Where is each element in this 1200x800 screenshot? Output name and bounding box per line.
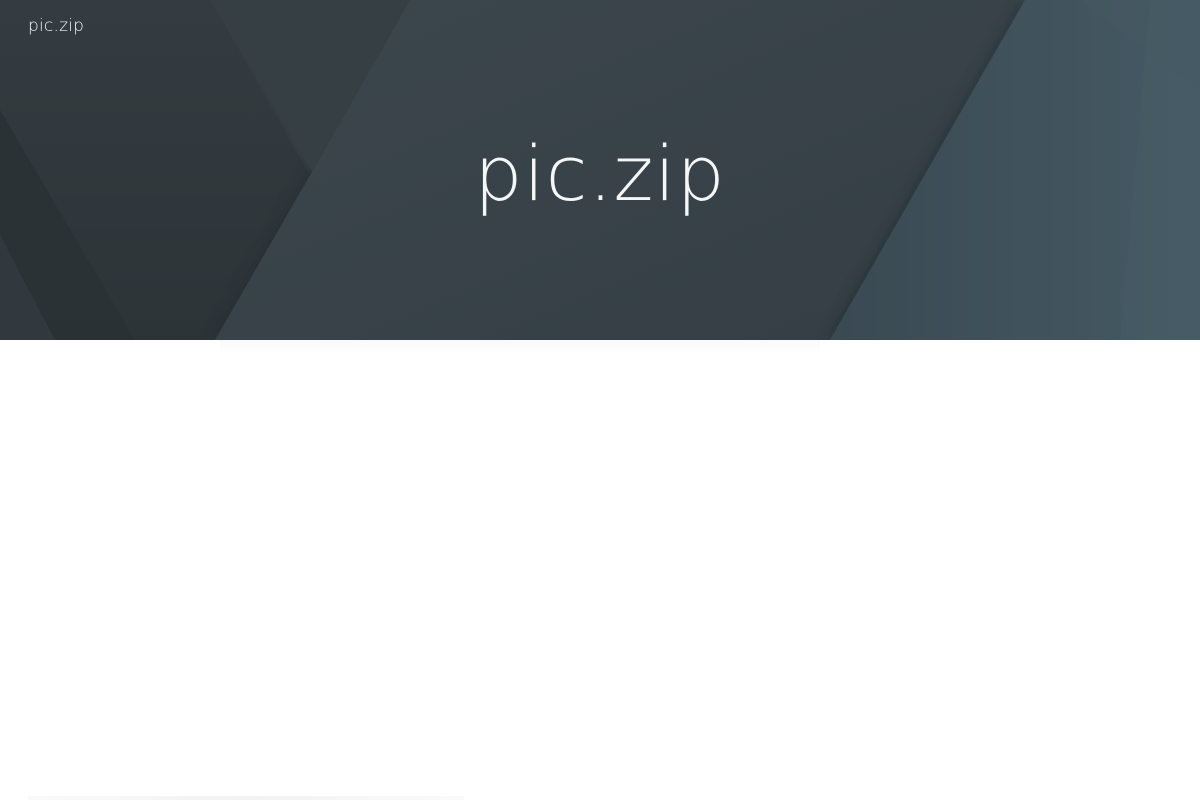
main-content (0, 340, 1200, 800)
hero-banner: pic.zip pic.zip (0, 0, 1200, 340)
footer-divider (28, 796, 464, 800)
content-top-shadow (220, 340, 820, 354)
page-title: pic.zip (474, 129, 726, 218)
site-name-link[interactable]: pic.zip (28, 16, 84, 36)
